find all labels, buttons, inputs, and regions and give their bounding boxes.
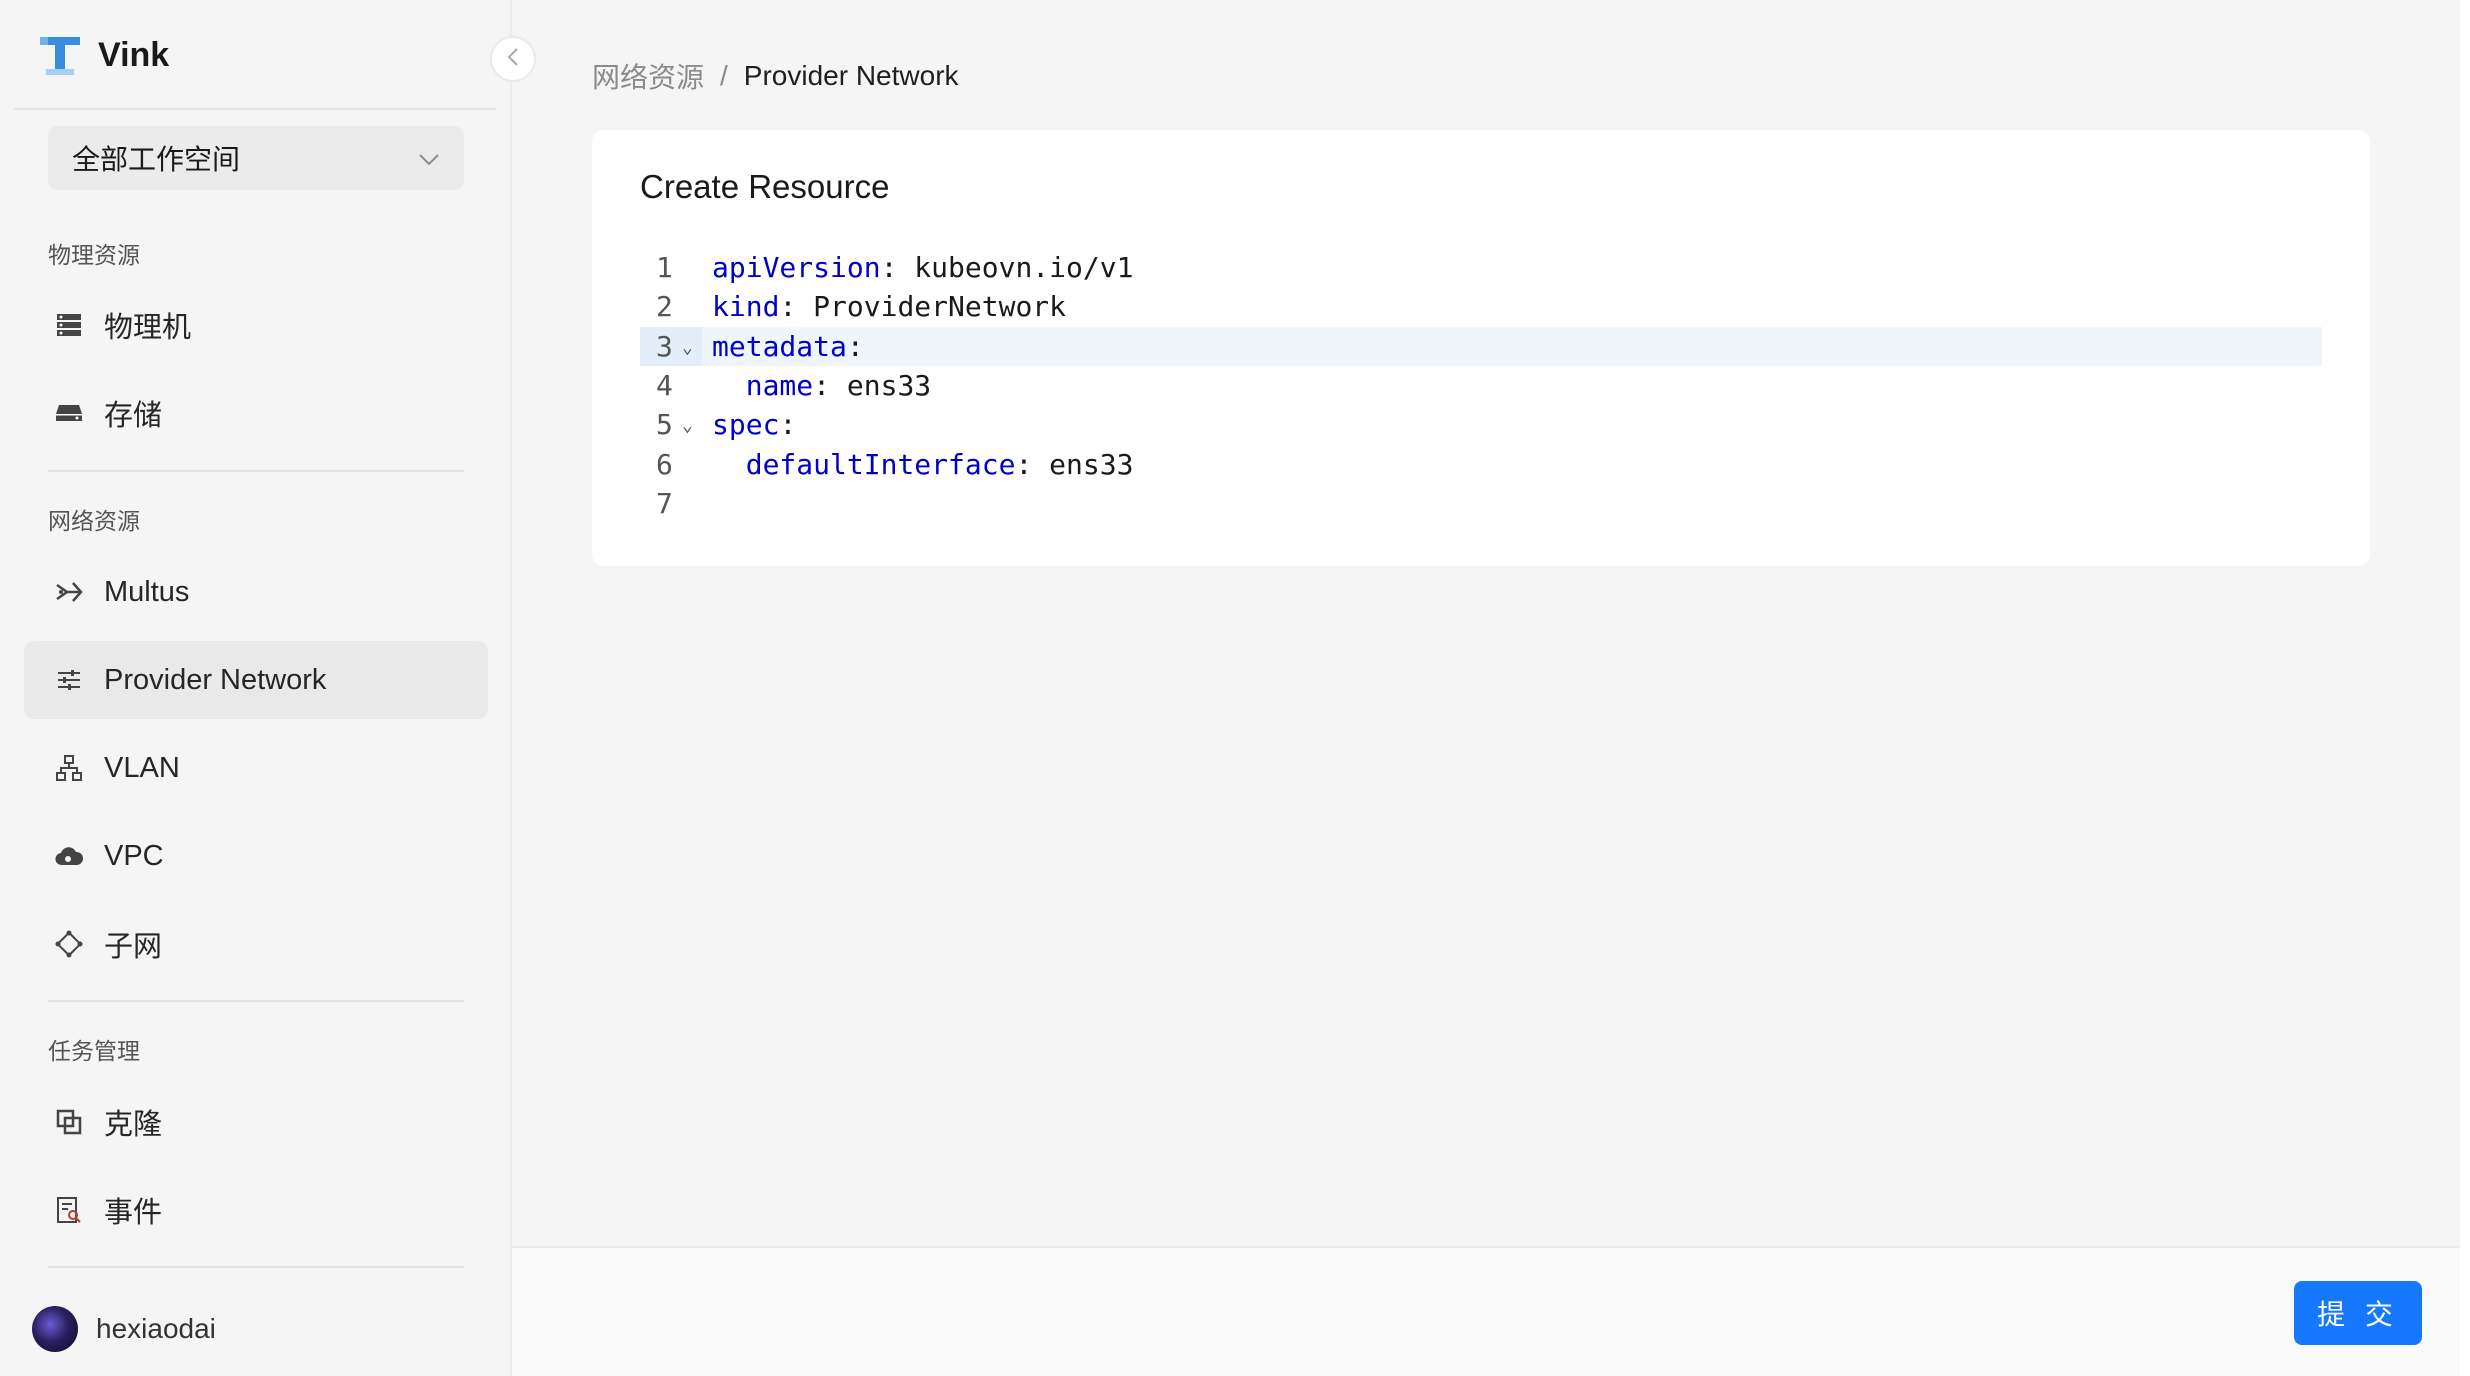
yaml-key: apiVersion (712, 251, 881, 285)
editor-line[interactable]: 6 defaultInterface: ens33 (640, 444, 2322, 483)
workspace-select-value: 全部工作空间 (72, 144, 241, 175)
header-divider (14, 108, 496, 110)
subnet-icon (54, 929, 84, 959)
fold-chevron-icon[interactable]: ⌄ (682, 337, 693, 358)
group-label-physical: 物理资源 (48, 242, 140, 268)
code-text: spec: (702, 408, 796, 441)
editor-line[interactable]: 2 kind: ProviderNetwork (640, 287, 2322, 326)
sidebar-item-label: 克隆 (104, 1109, 163, 1141)
breadcrumb: 网络资源 / Provider Network (592, 56, 959, 96)
sidebar-item-label: 物理机 (104, 312, 192, 344)
line-number: 7 (640, 484, 702, 523)
fold-chevron-icon[interactable]: ⌄ (682, 415, 693, 436)
line-number: 5 ⌄ (640, 405, 702, 444)
sidebar-item-label: VLAN (104, 751, 180, 784)
sidebar-item-vpc[interactable]: VPC (24, 817, 488, 895)
yaml-editor[interactable]: 1 apiVersion: kubeovn.io/v1 2 kind: Provide… (640, 248, 2322, 523)
sidebar-item-label: 存储 (104, 400, 163, 432)
breadcrumb-separator: / (720, 60, 728, 91)
sidebar-item-label: 事件 (104, 1197, 163, 1229)
breadcrumb-parent[interactable]: 网络资源 (592, 56, 704, 96)
code-text: name: ens33 (702, 369, 931, 402)
yaml-key: spec (712, 408, 780, 442)
vink-logo-icon (38, 33, 82, 77)
chevron-down-icon (418, 142, 440, 174)
yaml-key: defaultInterface (745, 447, 1016, 481)
yaml-value: : ens33 (813, 369, 932, 403)
vlan-icon (54, 753, 84, 783)
group-divider (48, 1000, 464, 1002)
server-icon (54, 310, 84, 340)
sidebar-item-physical-machine[interactable]: 物理机 (24, 286, 488, 364)
sidebar-item-label: Multus (104, 575, 190, 608)
sidebar-item-label: VPC (104, 839, 164, 872)
card-title: Create Resource (640, 168, 890, 205)
storage-icon (54, 398, 84, 428)
create-resource-card: Create Resource 1 apiVersion: kubeovn.io/… (592, 130, 2370, 566)
yaml-value: : (846, 329, 864, 363)
group-divider (48, 1266, 464, 1268)
username: hexiaodai (96, 1313, 216, 1344)
sidebar-item-multus[interactable]: Multus (24, 553, 488, 631)
sidebar: Vink 全部工作空间 物理资源 物理机 存储 网络资源 Multus Prov… (0, 0, 512, 1376)
brand[interactable]: Vink (38, 30, 169, 80)
sidebar-item-storage[interactable]: 存储 (24, 374, 488, 452)
editor-line[interactable]: 4 name: ens33 (640, 366, 2322, 405)
yaml-value: : kubeovn.io/v1 (880, 251, 1134, 285)
line-number-text: 4 (656, 369, 673, 403)
line-number-text: 2 (656, 290, 673, 324)
line-number: 1 (640, 248, 702, 287)
clone-icon (54, 1107, 84, 1137)
sidebar-item-label: Provider Network (104, 663, 327, 696)
yaml-value: : (779, 408, 797, 442)
line-number-text: 7 (656, 486, 673, 520)
group-label-tasks: 任务管理 (48, 1038, 140, 1064)
yaml-key: name (745, 369, 814, 403)
user-profile[interactable]: hexiaodai (32, 1306, 216, 1352)
yaml-key: metadata (712, 329, 847, 363)
sidebar-item-clone[interactable]: 克隆 (24, 1083, 488, 1161)
line-number-text: 1 (656, 251, 673, 285)
code-text: defaultInterface: ens33 (702, 447, 1134, 481)
event-icon (54, 1195, 84, 1225)
workspace-select[interactable]: 全部工作空间 (48, 126, 464, 190)
code-text: metadata: (702, 330, 864, 363)
code-text: kind: ProviderNetwork (702, 290, 1066, 323)
line-number-text: 5 (656, 408, 673, 442)
line-number: 2 (640, 287, 702, 326)
avatar (32, 1306, 78, 1352)
sidebar-item-events[interactable]: 事件 (24, 1171, 488, 1249)
code-text: apiVersion: kubeovn.io/v1 (702, 251, 1133, 284)
chevron-left-icon (506, 47, 520, 72)
breadcrumb-current: Provider Network (743, 60, 959, 91)
line-number-text: 3 (656, 329, 673, 363)
sliders-icon (54, 665, 84, 695)
group-label-network: 网络资源 (48, 508, 140, 534)
line-number: 6 (640, 444, 702, 483)
group-divider (48, 470, 464, 472)
yaml-value: : ProviderNetwork (779, 290, 1067, 324)
editor-line[interactable]: 1 apiVersion: kubeovn.io/v1 (640, 248, 2322, 287)
multus-icon (54, 577, 84, 607)
footer-bar (512, 1246, 2470, 1376)
line-number-text: 6 (656, 447, 673, 481)
submit-button[interactable]: 提 交 (2294, 1281, 2422, 1345)
editor-line[interactable]: 5 ⌄ spec: (640, 405, 2322, 444)
sidebar-item-vlan[interactable]: VLAN (24, 729, 488, 807)
line-number: 3 ⌄ (640, 326, 702, 366)
sidebar-item-label: 子网 (104, 931, 163, 963)
window-edge (2460, 0, 2470, 1376)
yaml-key: kind (712, 290, 780, 324)
editor-line[interactable]: 3 ⌄ metadata: (640, 326, 2322, 366)
line-number: 4 (640, 366, 702, 405)
sidebar-item-provider-network[interactable]: Provider Network (24, 641, 488, 719)
editor-line[interactable]: 7 (640, 484, 2322, 523)
collapse-sidebar-button[interactable] (490, 36, 536, 82)
cloud-icon (54, 841, 84, 871)
yaml-value: : ens33 (1015, 447, 1134, 481)
sidebar-item-subnet[interactable]: 子网 (24, 905, 488, 983)
app-title: Vink (98, 35, 170, 74)
